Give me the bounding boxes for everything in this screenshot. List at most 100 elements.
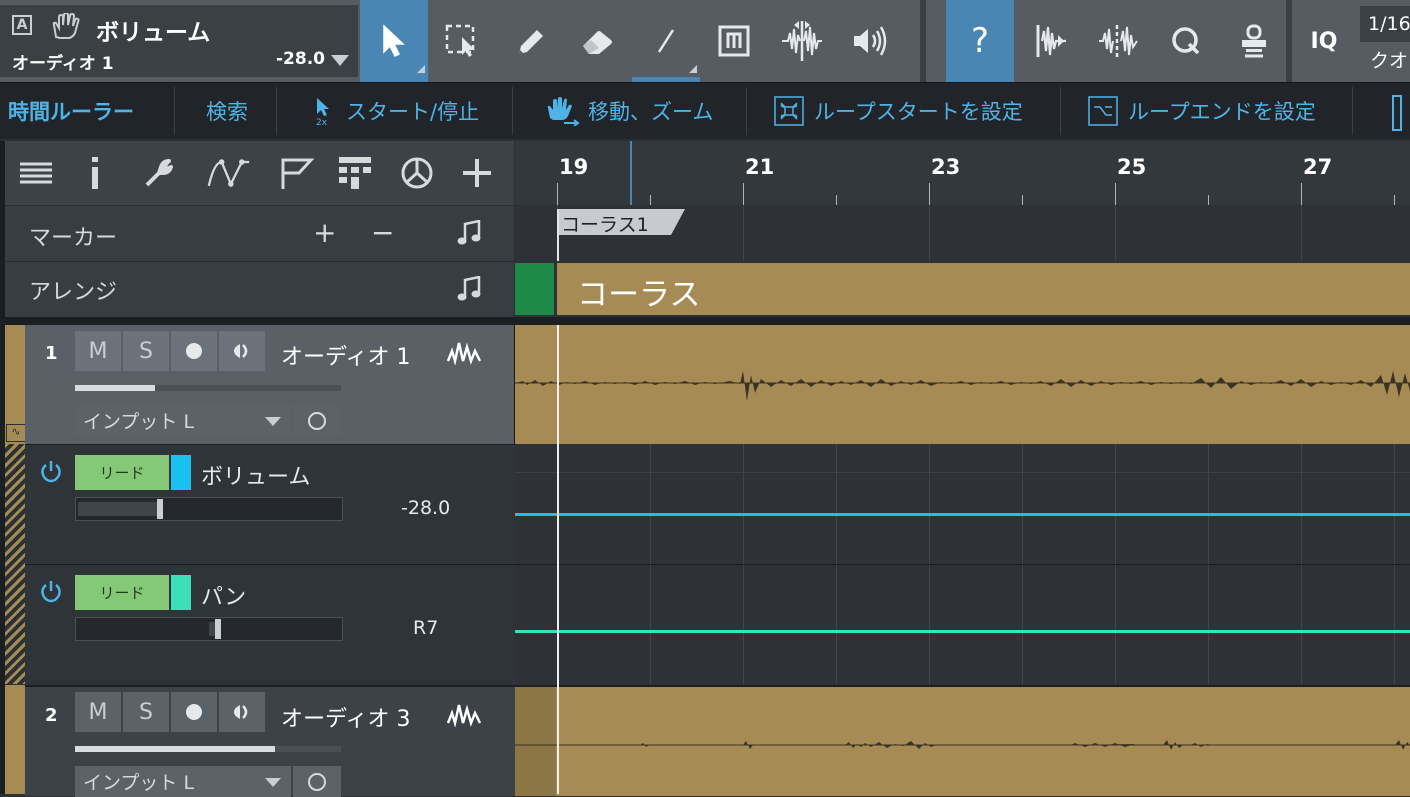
ruler-label: 23 (931, 155, 961, 179)
time-ruler[interactable]: 19 21 23 25 27 (515, 141, 1410, 205)
automation-icon[interactable] (207, 151, 251, 195)
marker-label: コーラス1 (561, 214, 649, 236)
automation-slider[interactable] (75, 617, 343, 641)
stamp-button[interactable] (1220, 0, 1288, 82)
automation-lane-volume[interactable] (515, 444, 1410, 564)
automation-name: パン (201, 585, 247, 610)
search-label: 検索 (206, 100, 248, 124)
mute-button[interactable]: M (75, 692, 121, 732)
mute-tool-button[interactable] (700, 0, 768, 82)
waveform (515, 740, 1410, 750)
quantize-button[interactable] (1152, 0, 1220, 82)
eraser-tool-button[interactable] (564, 0, 632, 82)
slider-handle[interactable] (157, 499, 163, 519)
automation-value: R7 (413, 617, 439, 639)
chevron-down-icon[interactable] (331, 55, 349, 66)
audio-event[interactable] (515, 685, 1410, 796)
flag-icon[interactable] (275, 151, 319, 195)
split-tool-button[interactable] (768, 0, 836, 82)
split-icon (782, 21, 822, 61)
loop-start-hint[interactable]: ループスタートを設定 (774, 83, 1023, 139)
waveform (515, 371, 1410, 401)
mute-button[interactable]: M (75, 331, 121, 371)
grid-line (1115, 565, 1116, 685)
automation-header-pan[interactable]: リード パン R7 (25, 564, 515, 685)
grid-line (836, 565, 837, 685)
power-icon[interactable] (39, 579, 63, 607)
clock-icon[interactable] (395, 151, 439, 195)
music-note-icon[interactable] (457, 219, 481, 250)
add-track-icon[interactable] (455, 151, 499, 195)
solo-button[interactable]: S (123, 692, 169, 732)
output-button[interactable] (293, 766, 341, 797)
iq-button[interactable]: IQ (1290, 0, 1358, 82)
music-note-icon[interactable] (457, 275, 481, 306)
solo-button[interactable]: S (123, 331, 169, 371)
input-select[interactable]: インプット L (75, 766, 291, 797)
automation-curve-pan[interactable] (515, 630, 1410, 633)
automation-mode-tag[interactable]: リード (75, 455, 169, 490)
record-button[interactable] (171, 331, 217, 371)
line-tool-button[interactable] (632, 0, 700, 82)
transient-button[interactable] (1084, 0, 1152, 82)
track-header[interactable]: 2 M S オーディオ 3 インプット L (25, 685, 515, 797)
power-icon[interactable] (39, 459, 63, 487)
arranger-section-chorus[interactable]: コーラス (557, 263, 1410, 315)
automation-curve-volume[interactable] (515, 513, 1410, 516)
slider-handle[interactable] (215, 619, 221, 639)
automation-mode-tag[interactable]: リード (75, 575, 169, 610)
input-select-label: インプット L (83, 411, 195, 433)
add-marker-button[interactable]: + (313, 216, 336, 249)
grid-icon[interactable] (333, 151, 377, 195)
marker-track-header: マーカー + − (5, 205, 514, 262)
quantize-select[interactable]: 1/16 (1360, 6, 1410, 42)
volume-meter[interactable] (75, 746, 341, 752)
grid-line (743, 565, 744, 685)
resize-icon[interactable] (1392, 95, 1402, 131)
range-tool-button[interactable] (428, 0, 496, 82)
selection-value[interactable]: -28.0 (276, 49, 325, 69)
move-zoom-hint[interactable]: 移動、ズーム (544, 83, 713, 139)
grid-line (836, 444, 837, 564)
automation-value: -28.0 (401, 497, 451, 519)
automation-mode-label: リード (99, 464, 145, 482)
arranger-lane[interactable]: コーラス (515, 261, 1410, 317)
playhead-ruler-marker[interactable] (630, 141, 632, 205)
monitor-button[interactable] (219, 692, 265, 732)
time-ruler-hint[interactable]: 時間ルーラー (8, 83, 134, 139)
volume-meter[interactable] (75, 385, 341, 391)
hint-bar: 時間ルーラー 検索 2x スタート/停止 移動、ズーム ループスタートを設定 ル… (0, 82, 1410, 139)
output-button[interactable] (293, 405, 341, 436)
remove-marker-button[interactable]: − (371, 216, 394, 249)
arranger-section-label: コーラス (577, 277, 701, 313)
automation-lane-pan[interactable] (515, 564, 1410, 685)
paint-tool-button[interactable] (496, 0, 564, 82)
bend-marker-button[interactable] (1016, 0, 1084, 82)
automation-header-volume[interactable]: リード ボリューム -28.0 (25, 444, 515, 565)
record-button[interactable] (171, 692, 217, 732)
marker-lane[interactable]: コーラス1 (515, 205, 1410, 261)
track-name[interactable]: オーディオ 3 (281, 701, 410, 733)
help-button[interactable]: ? (946, 0, 1014, 82)
hint-divider (746, 87, 747, 135)
input-select[interactable]: インプット L (75, 405, 291, 436)
start-stop-hint[interactable]: 2x スタート/停止 (314, 83, 479, 139)
list-icon[interactable] (14, 151, 58, 195)
audio-event[interactable] (515, 325, 1410, 444)
track-name[interactable]: オーディオ 1 (281, 339, 410, 371)
info-icon[interactable] (73, 151, 117, 195)
wrench-icon[interactable] (137, 151, 181, 195)
loop-end-hint[interactable]: ループエンドを設定 (1088, 83, 1316, 139)
cursor-2x-icon: 2x (316, 98, 329, 126)
arranger-section-intro[interactable] (515, 263, 554, 315)
track-list-header (5, 141, 514, 205)
automation-toggle-icon[interactable]: ∿ (6, 424, 26, 442)
arrow-tool-button[interactable] (360, 0, 428, 82)
grid-line (743, 205, 744, 261)
grid-line (743, 444, 744, 564)
automation-slider[interactable] (75, 497, 343, 521)
listen-tool-button[interactable] (836, 0, 904, 82)
track-header[interactable]: 1 M S オーディオ 1 インプット L (25, 325, 515, 444)
search-hint[interactable]: 検索 (206, 83, 248, 139)
monitor-button[interactable] (219, 331, 265, 371)
